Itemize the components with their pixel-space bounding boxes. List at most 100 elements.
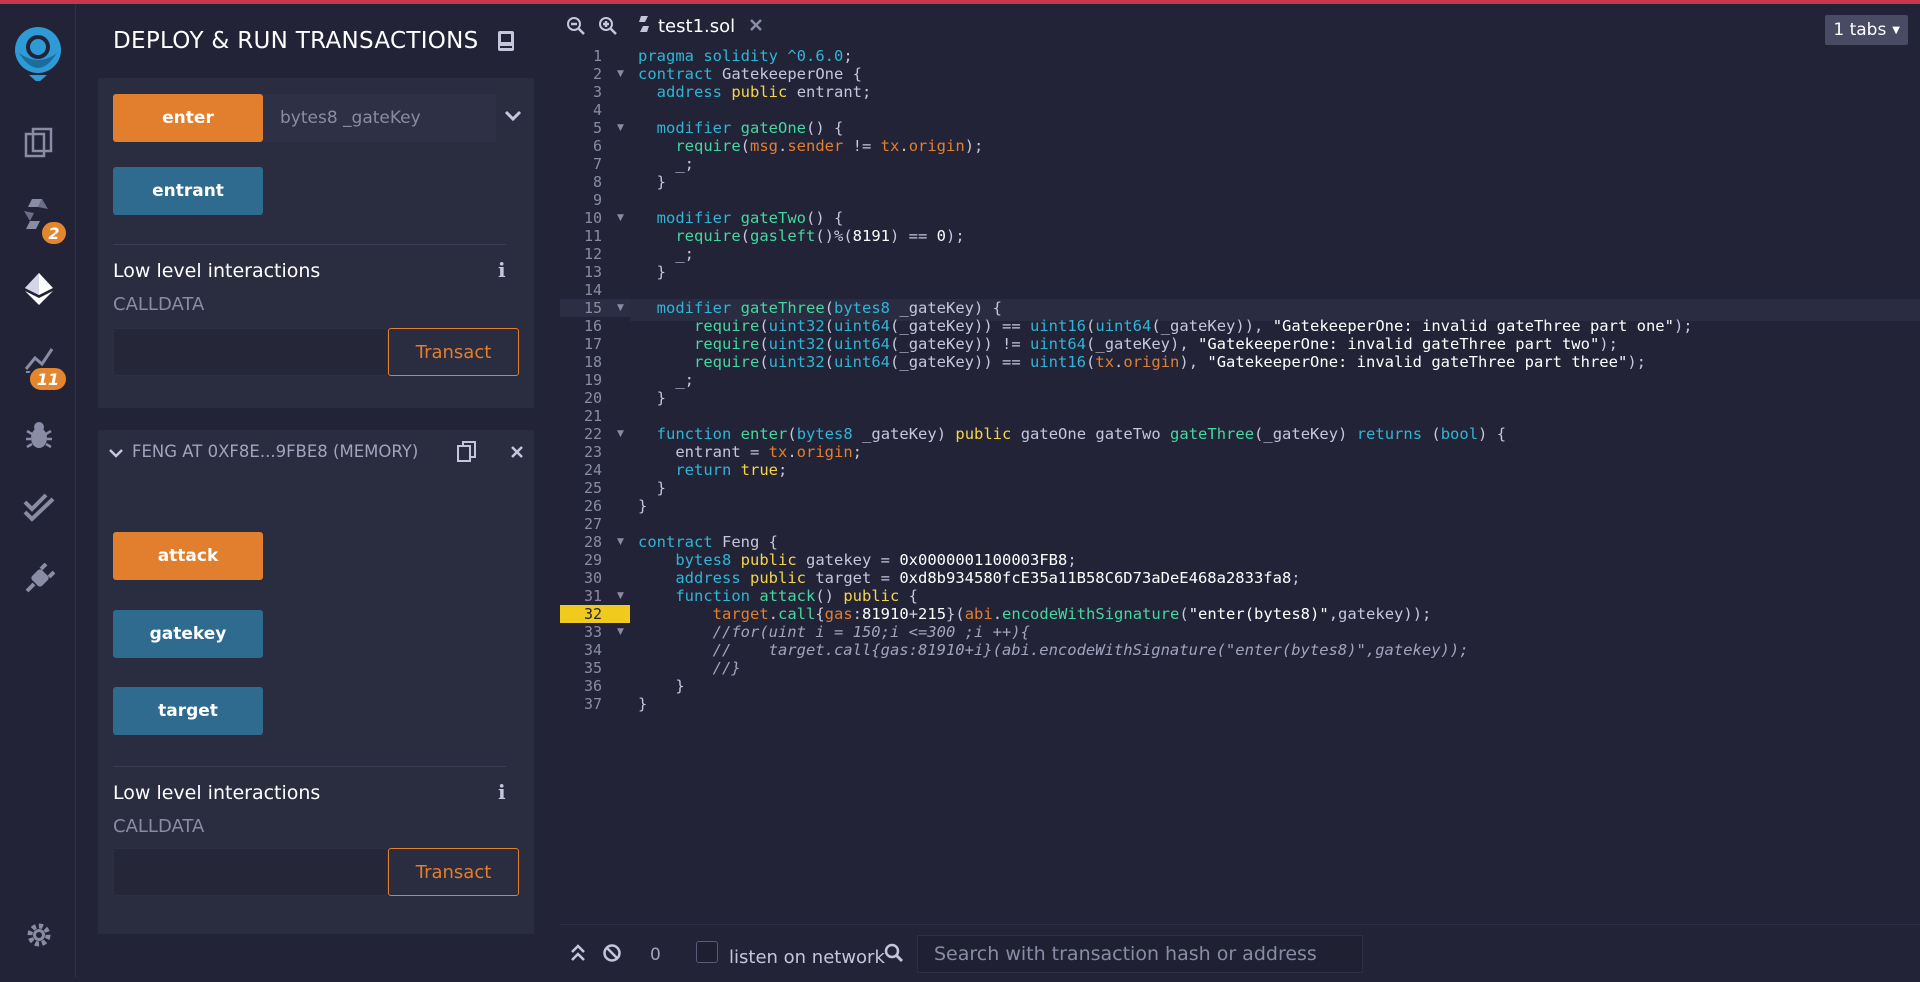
code-line: // target.call{gas:81910+i}(abi.encodeWi…	[638, 641, 1469, 659]
code-line: address public entrant;	[656, 83, 872, 101]
line-number[interactable]: 4	[560, 101, 630, 119]
line-number[interactable]: 21	[560, 407, 630, 425]
fold-toggle-icon[interactable]: ▼	[617, 299, 624, 317]
fold-toggle-icon[interactable]: ▼	[617, 209, 624, 227]
close-tab-icon[interactable]	[749, 16, 763, 37]
fold-toggle-icon[interactable]: ▼	[617, 65, 624, 83]
chevron-down-icon[interactable]	[504, 108, 522, 127]
divider	[113, 766, 506, 767]
line-number[interactable]: 26	[560, 497, 630, 515]
line-number[interactable]: 16	[560, 317, 630, 335]
entrant-button[interactable]: entrant	[113, 167, 263, 215]
code-line: }	[638, 497, 648, 515]
debugger-icon[interactable]	[14, 410, 64, 460]
instance-header[interactable]: FENG AT 0XF8E...9FBE8 (MEMORY)	[132, 442, 418, 461]
gatekey-button[interactable]: gatekey	[113, 610, 263, 658]
close-icon[interactable]	[510, 444, 524, 463]
code-line: bytes8 public gatekey = 0x0000001100003F…	[675, 551, 1077, 569]
code-line: }	[638, 695, 648, 713]
fold-toggle-icon[interactable]: ▼	[617, 623, 624, 641]
code-line: target.call{gas:81910+215}(abi.encodeWit…	[712, 605, 1432, 623]
enter-button[interactable]: enter	[113, 94, 263, 142]
line-number[interactable]: 1	[560, 47, 630, 65]
line-number[interactable]: 18	[560, 353, 630, 371]
fold-toggle-icon[interactable]: ▼	[617, 533, 624, 551]
deploy-run-icon[interactable]	[14, 264, 64, 314]
line-number[interactable]: 34	[560, 641, 630, 659]
transact-button[interactable]: Transact	[388, 848, 519, 896]
panel-title: DEPLOY & RUN TRANSACTIONS	[113, 28, 479, 54]
caret-down-icon: ▼	[1892, 24, 1900, 36]
line-number[interactable]: 8	[560, 173, 630, 191]
info-icon[interactable]: i	[498, 258, 506, 282]
code-line: }	[638, 389, 666, 407]
line-number[interactable]: 37	[560, 695, 630, 713]
line-number[interactable]: 6	[560, 137, 630, 155]
calldata-input[interactable]	[113, 328, 388, 376]
settings-gear-icon[interactable]	[14, 910, 64, 960]
remix-logo-icon[interactable]	[8, 22, 68, 82]
code-line: _;	[675, 245, 695, 263]
gatekey-input[interactable]: bytes8 _gateKey	[263, 94, 496, 142]
listen-network-checkbox[interactable]	[696, 941, 718, 963]
tx-search-input[interactable]: Search with transaction hash or address	[917, 935, 1363, 973]
clear-console-icon[interactable]	[602, 943, 622, 967]
line-number[interactable]: 30	[560, 569, 630, 587]
zoom-out-icon[interactable]	[566, 16, 586, 40]
code-line: require(uint32(uint64(_gateKey)) == uint…	[694, 317, 1693, 335]
info-icon[interactable]: i	[498, 780, 506, 804]
attack-button[interactable]: attack	[113, 532, 263, 580]
plugin-manager-icon[interactable]	[14, 554, 64, 604]
line-number[interactable]: 9	[560, 191, 630, 209]
line-number[interactable]: 7	[560, 155, 630, 173]
code-line: _;	[675, 371, 695, 389]
expand-terminal-icon[interactable]	[570, 943, 586, 967]
tab-test1-sol[interactable]: test1.sol	[628, 8, 774, 44]
calldata-input[interactable]	[113, 848, 388, 896]
tab-label: test1.sol	[658, 15, 736, 37]
documentation-icon[interactable]	[497, 30, 515, 56]
horizontal-scroll-area	[630, 887, 1920, 924]
line-number[interactable]: 36	[560, 677, 630, 695]
transact-button[interactable]: Transact	[388, 328, 519, 376]
solidity-file-icon	[638, 15, 650, 38]
line-number[interactable]: 35	[560, 659, 630, 677]
code-line: function enter(bytes8 _gateKey) public g…	[656, 425, 1507, 443]
line-number[interactable]: 17	[560, 335, 630, 353]
zoom-in-icon[interactable]	[598, 16, 618, 40]
tests-icon[interactable]	[14, 482, 64, 532]
target-button[interactable]: target	[113, 687, 263, 735]
line-number[interactable]: 19	[560, 371, 630, 389]
chevron-down-icon[interactable]	[108, 444, 124, 463]
code-editor[interactable]: 1 2 ▼ 3 4 5 ▼ 6 7 8 9 10 ▼ 11 12 13 14 15 ▼ 16 17 18 19 20 21 22 ▼…	[560, 47, 1920, 887]
copy-icon[interactable]	[456, 440, 478, 468]
fold-toggle-icon[interactable]: ▼	[617, 587, 624, 605]
line-number[interactable]: 24	[560, 461, 630, 479]
code-line: require(gasleft()%(8191) == 0);	[675, 227, 965, 245]
code-line: return true;	[675, 461, 788, 479]
line-number[interactable]: 27	[560, 515, 630, 533]
code-line: }	[638, 263, 666, 281]
code-line: _;	[675, 155, 695, 173]
code-line: }	[638, 677, 685, 695]
line-number[interactable]: 25	[560, 479, 630, 497]
line-number[interactable]: 3	[560, 83, 630, 101]
fold-toggle-icon[interactable]: ▼	[617, 425, 624, 443]
line-number[interactable]: 11	[560, 227, 630, 245]
contract-instance-feng: FENG AT 0XF8E...9FBE8 (MEMORY) attack ga…	[98, 430, 534, 934]
line-number[interactable]: 13	[560, 263, 630, 281]
line-number[interactable]: 14	[560, 281, 630, 299]
file-explorer-icon[interactable]	[14, 119, 64, 169]
code-line: modifier gateOne() {	[656, 119, 844, 137]
low-level-title: Low level interactions	[113, 260, 321, 282]
code-line: function attack() public {	[675, 587, 918, 605]
low-level-title: Low level interactions	[113, 782, 321, 804]
tabs-dropdown[interactable]: 1 tabs ▼	[1825, 15, 1908, 45]
line-number[interactable]: 29	[560, 551, 630, 569]
fold-toggle-icon[interactable]: ▼	[617, 119, 624, 137]
line-number[interactable]: 23	[560, 443, 630, 461]
line-number[interactable]: 20	[560, 389, 630, 407]
line-number[interactable]: 12	[560, 245, 630, 263]
line-number[interactable]: 32	[560, 605, 630, 623]
terminal-bar: 0 listen on network Search with transact…	[560, 924, 1920, 982]
